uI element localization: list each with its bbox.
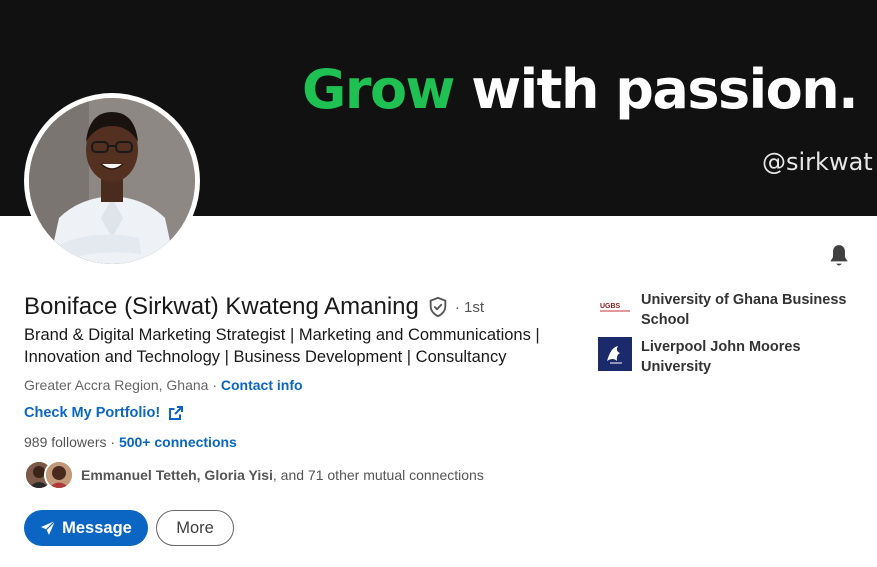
- banner-headline-white: with passion.: [471, 58, 858, 121]
- followers-row: 989 followers · 500+ connections: [24, 434, 237, 450]
- banner-headline-green: Grow: [302, 58, 455, 121]
- profile-photo-image: [29, 98, 195, 264]
- profile-photo[interactable]: [24, 93, 200, 269]
- profile-headline: Brand & Digital Marketing Strategist | M…: [24, 326, 540, 366]
- ljmu-logo: [598, 337, 632, 371]
- location-separator: ·: [208, 377, 221, 393]
- notification-bell-icon[interactable]: [826, 243, 852, 269]
- external-link-icon: [169, 406, 184, 420]
- followers-count: 989 followers: [24, 434, 107, 450]
- verified-shield-icon[interactable]: [427, 296, 449, 318]
- mutual-connection-names: Emmanuel Tetteh, Gloria Yisi: [81, 467, 273, 483]
- connections-link[interactable]: 500+ connections: [119, 434, 237, 450]
- location-row: Greater Accra Region, Ghana · Contact in…: [24, 377, 303, 393]
- mutual-connections[interactable]: Emmanuel Tetteh, Gloria Yisi, and 71 oth…: [24, 460, 484, 490]
- mutual-connections-text: Emmanuel Tetteh, Gloria Yisi, and 71 oth…: [81, 467, 484, 483]
- connection-degree: · 1st: [454, 298, 485, 316]
- send-icon: [41, 520, 56, 535]
- portfolio-link[interactable]: Check My Portfolio!: [24, 405, 184, 421]
- education-name: University of Ghana Business School: [641, 292, 847, 328]
- education-item[interactable]: UGBS University of Ghana Business School: [598, 290, 861, 330]
- more-button[interactable]: More: [156, 510, 234, 546]
- ugbs-logo-text: UGBS: [600, 303, 621, 310]
- contact-info-link[interactable]: Contact info: [221, 377, 303, 393]
- profile-name: Boniface (Sirkwat) Kwateng Amaning: [24, 293, 419, 320]
- name-row: Boniface (Sirkwat) Kwateng Amaning · 1st: [24, 293, 484, 321]
- banner-headline: Grow with passion.: [302, 58, 859, 123]
- mutual-connections-rest: , and 71 other mutual connections: [272, 467, 484, 483]
- education-item[interactable]: Liverpool John Moores University: [598, 337, 861, 377]
- mutual-avatars: [24, 460, 74, 490]
- message-button[interactable]: Message: [24, 510, 148, 546]
- profile-location: Greater Accra Region, Ghana: [24, 377, 209, 393]
- ugbs-logo: UGBS: [598, 290, 632, 324]
- message-button-label: Message: [62, 518, 132, 537]
- portfolio-link-label: Check My Portfolio!: [24, 405, 161, 421]
- avatar: [44, 460, 74, 490]
- connections-separator: ·: [106, 434, 119, 450]
- banner-handle: @sirkwat: [762, 148, 873, 176]
- education-name: Liverpool John Moores University: [641, 339, 801, 375]
